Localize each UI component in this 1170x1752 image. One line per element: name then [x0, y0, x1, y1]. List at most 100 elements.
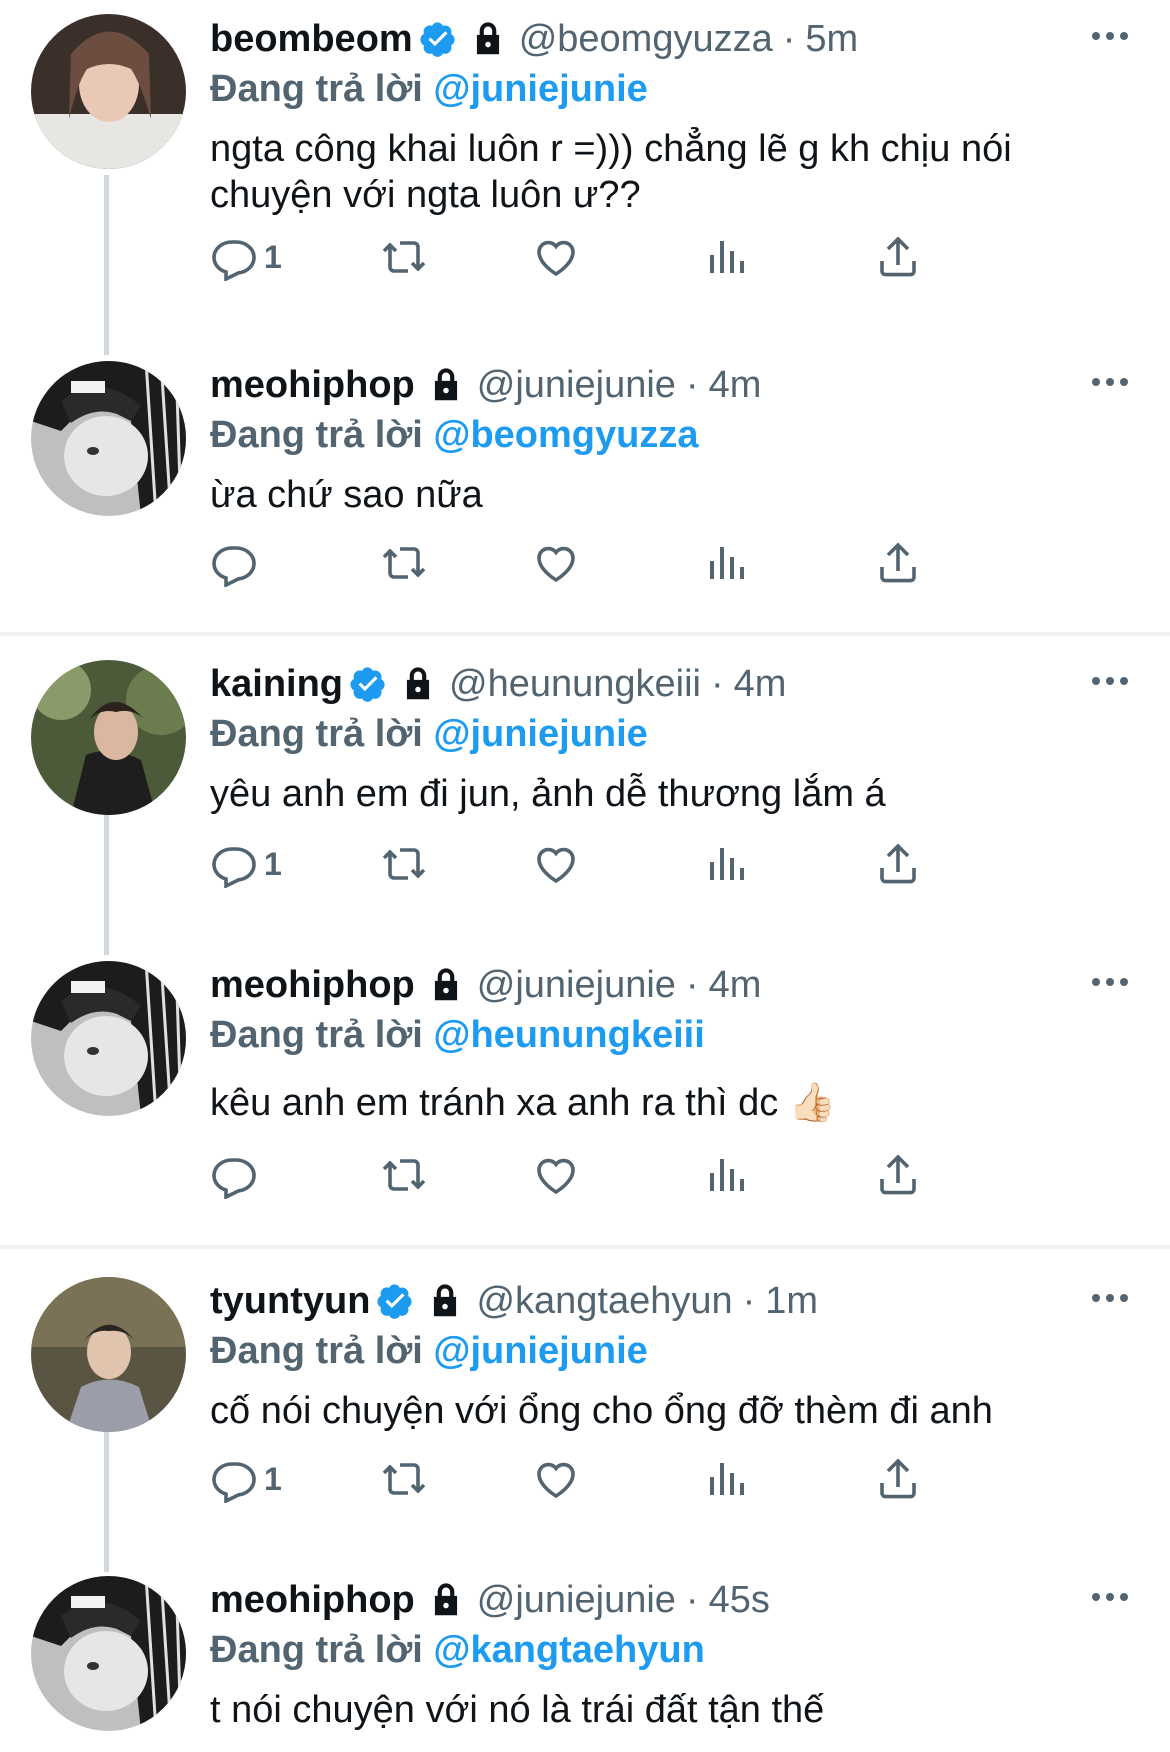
display-name[interactable]: meohiphop — [210, 1579, 415, 1622]
retweet-icon — [382, 1159, 426, 1191]
display-name[interactable]: meohiphop — [210, 364, 415, 407]
reply-icon — [212, 546, 256, 587]
timestamp[interactable]: 4m — [709, 964, 762, 1007]
share-icon — [880, 542, 916, 583]
tweet-header: kaining @heunungkeiii · 4m — [210, 659, 1130, 709]
reply-count: 1 — [264, 1460, 282, 1497]
replying-prefix: Đang trả lời — [210, 414, 423, 456]
like-button[interactable] — [532, 834, 580, 894]
timestamp[interactable]: 4m — [734, 663, 787, 706]
timestamp[interactable]: 5m — [805, 18, 858, 61]
share-button[interactable] — [874, 533, 922, 593]
retweet-icon — [382, 547, 426, 579]
separator-dot: · — [685, 363, 699, 406]
views-icon — [710, 1463, 744, 1495]
avatar[interactable] — [31, 1277, 186, 1432]
share-button[interactable] — [874, 1449, 922, 1509]
tweet-text: yêu anh em đi jun, ảnh dễ thương lắm á — [210, 773, 886, 815]
mention-link[interactable]: @heunungkeiii — [433, 1014, 704, 1056]
timestamp[interactable]: 45s — [709, 1579, 770, 1622]
retweet-button[interactable] — [380, 1449, 428, 1509]
retweet-icon — [382, 1463, 426, 1495]
reply-button[interactable] — [210, 533, 258, 593]
share-icon — [880, 1154, 916, 1195]
tweet-text: t nói chuyện với nó là trái đất tận thế — [210, 1689, 825, 1731]
user-handle[interactable]: @beomgyuzza — [519, 18, 773, 61]
tweet-text: kêu anh em tránh xa anh ra thì dc 👍🏻 — [210, 1082, 837, 1124]
views-button[interactable] — [704, 227, 752, 287]
display-name[interactable]: tyuntyun — [210, 1280, 370, 1323]
display-name[interactable]: meohiphop — [210, 964, 415, 1007]
action-bar: 1 — [210, 1449, 1110, 1509]
user-handle[interactable]: @heunungkeiii — [449, 663, 701, 706]
like-button[interactable] — [532, 227, 580, 287]
lock-icon — [434, 1284, 457, 1317]
lock-icon — [476, 22, 499, 55]
lock-icon — [434, 1583, 457, 1616]
views-icon — [710, 241, 744, 273]
user-handle[interactable]: @juniejunie — [477, 964, 676, 1007]
thread-line — [104, 175, 109, 355]
replying-to: Đang trả lời @juniejunie — [210, 1326, 1130, 1376]
tweet-header: meohiphop @juniejunie · 4m — [210, 360, 1130, 410]
mention-link[interactable]: @juniejunie — [433, 68, 647, 110]
separator-dot: · — [685, 963, 699, 1006]
avatar[interactable] — [31, 14, 186, 169]
reply-button[interactable]: 1 — [210, 227, 282, 287]
like-button[interactable] — [532, 1145, 580, 1205]
lock-icon — [434, 368, 457, 401]
reply-button[interactable]: 1 — [210, 1449, 282, 1509]
share-button[interactable] — [874, 1145, 922, 1205]
action-bar: 1 — [210, 227, 1110, 287]
replying-prefix: Đang trả lời — [210, 68, 423, 110]
like-icon — [537, 1158, 575, 1195]
reply-icon — [212, 1462, 256, 1503]
views-button[interactable] — [704, 533, 752, 593]
user-handle[interactable]: @juniejunie — [477, 1579, 676, 1622]
mention-link[interactable]: @beomgyuzza — [433, 414, 698, 456]
views-icon — [710, 848, 744, 880]
like-icon — [537, 847, 575, 884]
mention-link[interactable]: @juniejunie — [433, 713, 647, 755]
more-icon[interactable] — [1090, 24, 1130, 48]
replying-prefix: Đang trả lời — [210, 1014, 423, 1056]
replying-to: Đang trả lời @heunungkeiii — [210, 1010, 1130, 1060]
timestamp[interactable]: 4m — [709, 364, 762, 407]
reply-button[interactable] — [210, 1145, 258, 1205]
retweet-button[interactable] — [380, 1145, 428, 1205]
mention-link[interactable]: @juniejunie — [433, 1330, 647, 1372]
like-button[interactable] — [532, 533, 580, 593]
more-icon[interactable] — [1090, 370, 1130, 394]
views-button[interactable] — [704, 834, 752, 894]
separator-dot: · — [782, 17, 796, 60]
more-icon[interactable] — [1090, 970, 1130, 994]
avatar[interactable] — [31, 961, 186, 1116]
avatar[interactable] — [31, 361, 186, 516]
timestamp[interactable]: 1m — [765, 1280, 818, 1323]
retweet-button[interactable] — [380, 227, 428, 287]
reply-button[interactable]: 1 — [210, 834, 282, 894]
more-icon[interactable] — [1090, 1286, 1130, 1310]
share-button[interactable] — [874, 834, 922, 894]
replying-prefix: Đang trả lời — [210, 713, 423, 755]
retweet-icon — [382, 241, 426, 273]
display-name[interactable]: kaining — [210, 663, 343, 706]
verified-badge-icon — [350, 667, 385, 702]
retweet-button[interactable] — [380, 834, 428, 894]
retweet-button[interactable] — [380, 533, 428, 593]
lock-icon — [406, 667, 430, 700]
user-handle[interactable]: @juniejunie — [477, 364, 676, 407]
avatar[interactable] — [31, 1576, 186, 1731]
user-handle[interactable]: @kangtaehyun — [476, 1280, 732, 1323]
views-button[interactable] — [704, 1145, 752, 1205]
like-button[interactable] — [532, 1449, 580, 1509]
separator-dot: · — [685, 1578, 699, 1621]
views-button[interactable] — [704, 1449, 752, 1509]
more-icon[interactable] — [1090, 669, 1130, 693]
avatar[interactable] — [31, 660, 186, 815]
share-button[interactable] — [874, 227, 922, 287]
mention-link[interactable]: @kangtaehyun — [433, 1629, 704, 1671]
reply-icon — [212, 240, 256, 281]
more-icon[interactable] — [1090, 1585, 1130, 1609]
display-name[interactable]: beombeom — [210, 18, 413, 61]
